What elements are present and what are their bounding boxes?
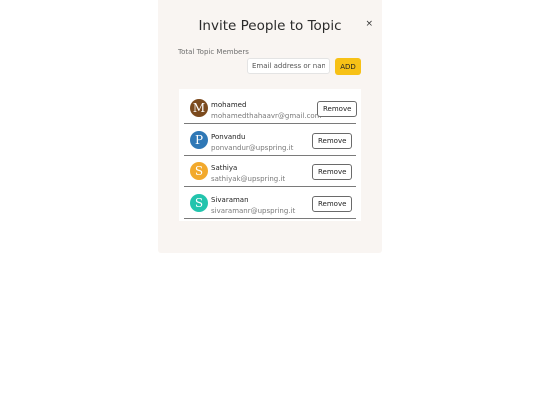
modal-title: Invite People to Topic	[198, 18, 342, 34]
member-name: Ponvandu	[211, 133, 246, 141]
member-name: mohamed	[211, 101, 247, 109]
add-button[interactable]: ADD	[335, 58, 361, 75]
invite-modal: Invite People to Topic × Total Topic Mem…	[158, 0, 382, 253]
avatar: S	[190, 162, 208, 180]
avatar: M	[190, 99, 208, 117]
remove-button[interactable]: Remove	[312, 196, 353, 212]
members-label: Total Topic Members	[178, 48, 249, 56]
member-email: mohamedthahaavr@gmail.com	[211, 112, 322, 120]
member-row: S Sivaraman sivaramanr@upspring.it Remov…	[184, 187, 356, 219]
member-name: Sivaraman	[211, 196, 249, 204]
member-row: P Ponvandu ponvandur@upspring.it Remove	[184, 124, 356, 156]
avatar: P	[190, 131, 208, 149]
remove-button[interactable]: Remove	[312, 164, 353, 180]
member-email: ponvandur@upspring.it	[211, 144, 294, 152]
close-icon[interactable]: ×	[365, 19, 373, 29]
avatar: S	[190, 194, 208, 212]
member-email: sathiyak@upspring.it	[211, 175, 286, 183]
member-name: Sathiya	[211, 164, 238, 172]
member-email: sivaramanr@upspring.it	[211, 207, 296, 215]
member-row: M mohamed mohamedthahaavr@gmail.com Remo…	[184, 92, 358, 124]
member-list: M mohamed mohamedthahaavr@gmail.com Remo…	[179, 89, 361, 221]
email-input[interactable]	[247, 58, 330, 74]
remove-button[interactable]: Remove	[317, 101, 358, 117]
remove-button[interactable]: Remove	[312, 133, 353, 149]
member-row: S Sathiya sathiyak@upspring.it Remove	[184, 155, 356, 187]
